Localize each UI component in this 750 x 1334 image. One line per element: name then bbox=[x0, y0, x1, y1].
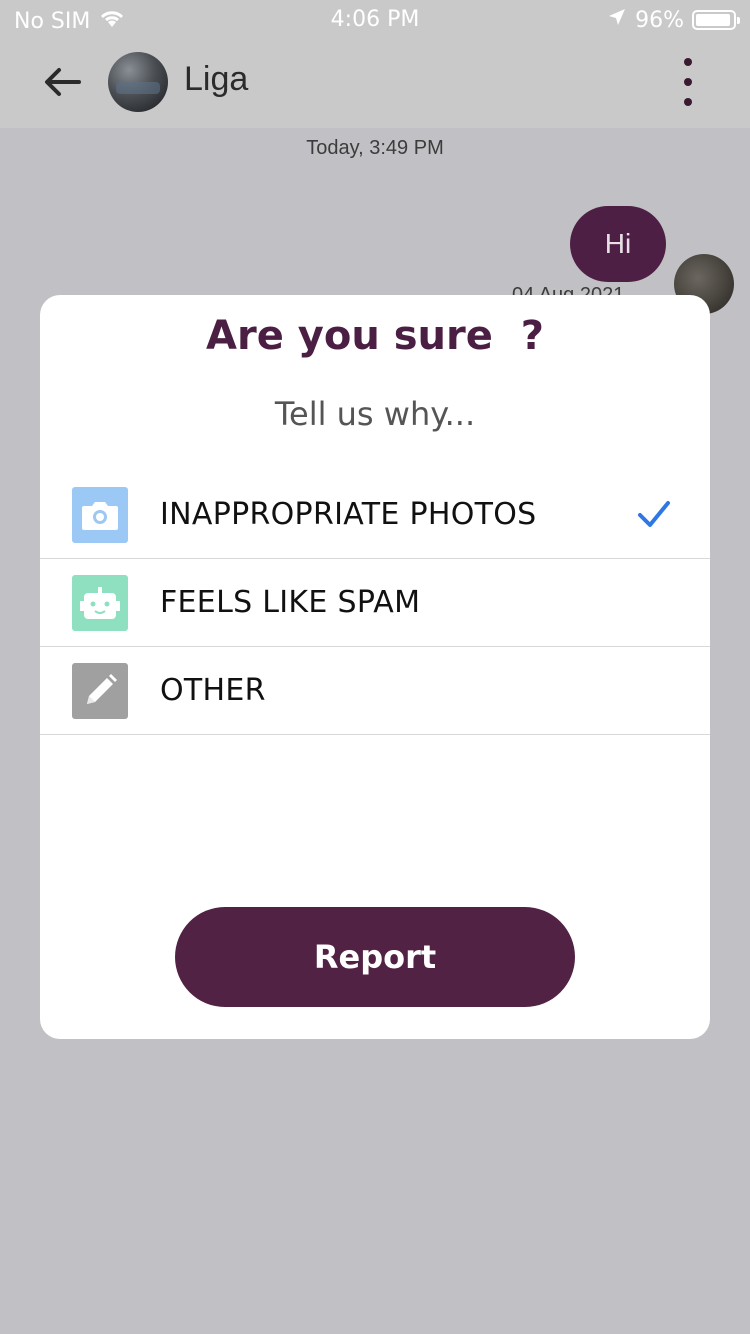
contact-name[interactable]: Liga bbox=[184, 60, 248, 99]
dialog-title: Are you sure ? bbox=[206, 313, 544, 359]
back-button[interactable] bbox=[40, 60, 84, 104]
more-options-button[interactable] bbox=[666, 54, 710, 110]
reason-label: OTHER bbox=[160, 673, 266, 708]
date-divider: Today, 3:49 PM bbox=[306, 137, 444, 159]
battery-icon bbox=[692, 10, 740, 30]
checkmark-icon bbox=[638, 501, 670, 527]
location-arrow-icon bbox=[607, 7, 627, 33]
battery-percent: 96% bbox=[635, 7, 684, 33]
reason-list: INAPPROPRIATE PHOTOS FEELS LIKE SPAM OTH… bbox=[40, 471, 710, 735]
chat-header: Liga bbox=[0, 40, 750, 128]
dialog-subtitle: Tell us why... bbox=[274, 395, 476, 433]
back-arrow-icon bbox=[45, 68, 81, 96]
robot-icon bbox=[72, 575, 128, 631]
status-bar: No SIM 4:06 PM 96% bbox=[0, 0, 750, 40]
reason-option-inappropriate-photos[interactable]: INAPPROPRIATE PHOTOS bbox=[40, 471, 710, 559]
report-button[interactable]: Report bbox=[175, 907, 575, 1007]
report-dialog: Are you sure ? Tell us why... INAPPROPRI… bbox=[40, 295, 710, 1039]
reason-label: FEELS LIKE SPAM bbox=[160, 585, 421, 620]
reason-option-spam[interactable]: FEELS LIKE SPAM bbox=[40, 559, 710, 647]
more-vertical-icon bbox=[684, 58, 692, 66]
reason-label: INAPPROPRIATE PHOTOS bbox=[160, 497, 537, 532]
more-vertical-icon-dot bbox=[684, 78, 692, 86]
status-right: 96% bbox=[607, 7, 740, 33]
pencil-icon bbox=[72, 663, 128, 719]
more-vertical-icon-dot bbox=[684, 98, 692, 106]
message-bubble[interactable]: Hi bbox=[570, 206, 666, 282]
contact-avatar[interactable] bbox=[108, 52, 168, 112]
reason-option-other[interactable]: OTHER bbox=[40, 647, 710, 735]
camera-icon bbox=[72, 487, 128, 543]
